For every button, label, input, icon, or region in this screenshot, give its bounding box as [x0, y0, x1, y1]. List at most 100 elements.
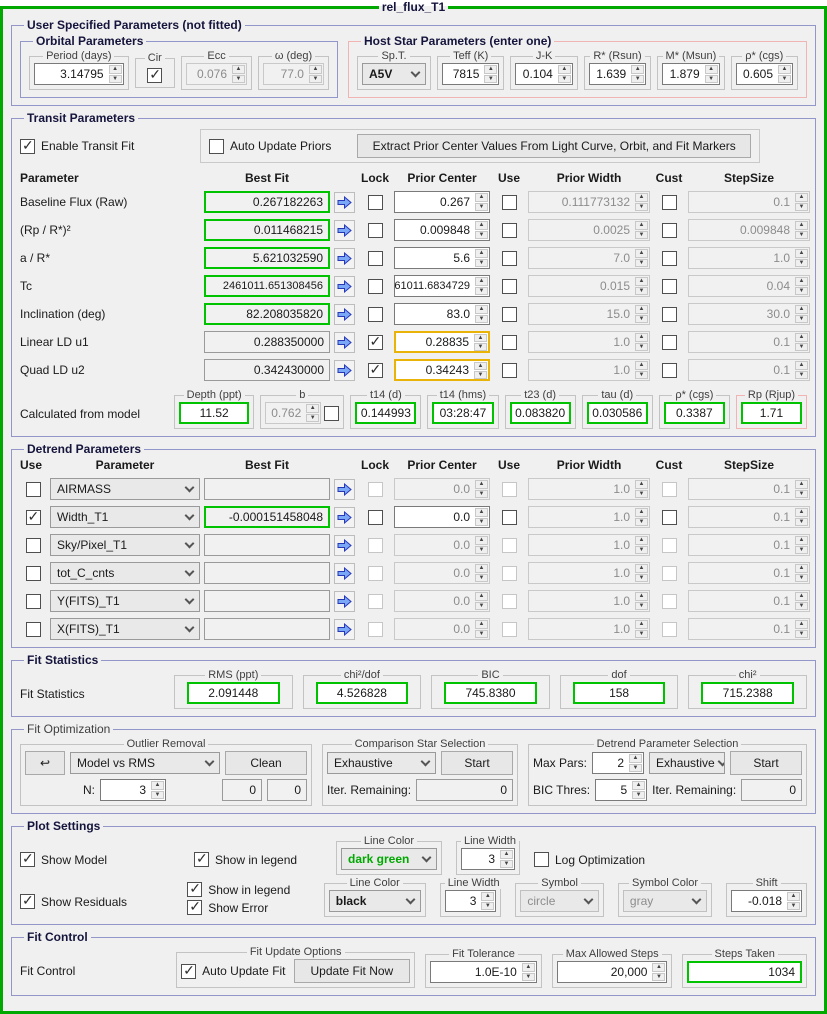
- custom-step-checkbox[interactable]: [662, 335, 677, 350]
- prior-center-spinner[interactable]: 83.0: [394, 303, 490, 325]
- comp-star-mode-dropdown[interactable]: Exhaustive: [327, 752, 436, 774]
- spinner-buttons[interactable]: [634, 563, 649, 583]
- custom-step-checkbox[interactable]: [662, 538, 677, 553]
- detrend-sel-mode-dropdown[interactable]: Exhaustive: [649, 752, 725, 774]
- use-prior-checkbox[interactable]: [502, 223, 517, 238]
- rstar-spinner[interactable]: 1.639: [589, 63, 646, 85]
- prior-center-spinner[interactable]: 0.0: [394, 590, 490, 612]
- prior-width-spinner[interactable]: 0.015: [528, 275, 650, 297]
- use-prior-checkbox[interactable]: [502, 594, 517, 609]
- fit-tolerance-spinner[interactable]: 1.0E-10: [430, 961, 537, 983]
- spinner-buttons[interactable]: [474, 535, 489, 555]
- prior-center-spinner[interactable]: 0.009848: [394, 219, 490, 241]
- lock-checkbox[interactable]: [368, 195, 383, 210]
- auto-update-fit-checkbox[interactable]: [181, 964, 196, 979]
- stepsize-spinner[interactable]: 0.1: [688, 191, 810, 213]
- spinner-buttons[interactable]: [473, 361, 488, 379]
- prior-width-spinner[interactable]: 1.0: [528, 562, 650, 584]
- lock-checkbox[interactable]: [368, 279, 383, 294]
- clean-button[interactable]: Clean: [225, 751, 307, 775]
- spinner-buttons[interactable]: [634, 479, 649, 499]
- custom-step-checkbox[interactable]: [662, 251, 677, 266]
- rhostar-spinner[interactable]: 0.605: [736, 63, 793, 85]
- copy-best-fit-to-prior-button[interactable]: [334, 276, 355, 297]
- spinner-buttons[interactable]: [308, 64, 323, 84]
- detrend-parameter-dropdown[interactable]: Y(FITS)_T1: [50, 590, 200, 612]
- lock-checkbox[interactable]: [368, 223, 383, 238]
- max-allowed-steps-spinner[interactable]: 20,000: [557, 961, 668, 983]
- lock-checkbox[interactable]: [368, 622, 383, 637]
- jk-spinner[interactable]: 0.104: [515, 63, 572, 85]
- lock-checkbox[interactable]: [368, 482, 383, 497]
- use-detrend-checkbox[interactable]: [26, 538, 41, 553]
- outlier-mode-dropdown[interactable]: Model vs RMS: [70, 752, 220, 774]
- prior-width-spinner[interactable]: 15.0: [528, 303, 650, 325]
- spinner-buttons[interactable]: [634, 220, 649, 240]
- spectral-type-dropdown[interactable]: A5V: [362, 63, 426, 85]
- custom-step-checkbox[interactable]: [662, 195, 677, 210]
- detrend-parameter-dropdown[interactable]: Sky/Pixel_T1: [50, 534, 200, 556]
- spinner-buttons[interactable]: [473, 333, 488, 351]
- use-prior-checkbox[interactable]: [502, 538, 517, 553]
- use-prior-checkbox[interactable]: [502, 363, 517, 378]
- prior-center-spinner[interactable]: 0.0: [394, 478, 490, 500]
- lock-checkbox[interactable]: [368, 538, 383, 553]
- n-spinner[interactable]: 3: [100, 779, 166, 801]
- spinner-buttons[interactable]: [474, 192, 489, 212]
- spinner-buttons[interactable]: [634, 535, 649, 555]
- use-detrend-checkbox[interactable]: [26, 510, 41, 525]
- update-fit-now-button[interactable]: Update Fit Now: [294, 959, 411, 983]
- prior-width-spinner[interactable]: 1.0: [528, 590, 650, 612]
- prior-center-spinner[interactable]: 0.0: [394, 562, 490, 584]
- use-detrend-checkbox[interactable]: [26, 482, 41, 497]
- model-line-width-spinner[interactable]: 3: [461, 848, 515, 870]
- residuals-line-color-dropdown[interactable]: black: [329, 890, 421, 912]
- prior-center-spinner[interactable]: 0.0: [394, 506, 490, 528]
- use-prior-checkbox[interactable]: [502, 335, 517, 350]
- log-optimization-checkbox[interactable]: [534, 852, 549, 867]
- use-prior-checkbox[interactable]: [502, 622, 517, 637]
- spinner-buttons[interactable]: [634, 332, 649, 352]
- spinner-buttons[interactable]: [794, 360, 809, 380]
- lock-checkbox[interactable]: [368, 251, 383, 266]
- show-model-checkbox[interactable]: [20, 852, 35, 867]
- detrend-parameter-dropdown[interactable]: AIRMASS: [50, 478, 200, 500]
- prior-center-spinner[interactable]: 2461011.6834729: [394, 275, 490, 297]
- residuals-show-in-legend-checkbox[interactable]: [187, 882, 202, 897]
- prior-width-spinner[interactable]: 1.0: [528, 506, 650, 528]
- max-pars-spinner[interactable]: 2: [592, 752, 644, 774]
- spinner-buttons[interactable]: [634, 276, 649, 296]
- copy-best-fit-to-prior-button[interactable]: [334, 563, 355, 584]
- custom-step-checkbox[interactable]: [662, 566, 677, 581]
- symbol-color-dropdown[interactable]: gray: [623, 890, 707, 912]
- spinner-buttons[interactable]: [480, 891, 495, 911]
- spinner-buttons[interactable]: [794, 591, 809, 611]
- spinner-buttons[interactable]: [474, 220, 489, 240]
- stepsize-spinner[interactable]: 1.0: [688, 247, 810, 269]
- copy-best-fit-to-prior-button[interactable]: [334, 332, 355, 353]
- spinner-buttons[interactable]: [231, 64, 246, 84]
- custom-step-checkbox[interactable]: [662, 594, 677, 609]
- omega-spinner[interactable]: 77.0: [263, 63, 324, 85]
- model-line-color-dropdown[interactable]: dark green: [341, 848, 437, 870]
- spinner-buttons[interactable]: [794, 619, 809, 639]
- use-detrend-checkbox[interactable]: [26, 566, 41, 581]
- use-prior-checkbox[interactable]: [502, 279, 517, 294]
- detrend-parameter-dropdown[interactable]: tot_C_cnts: [50, 562, 200, 584]
- stepsize-spinner[interactable]: 0.1: [688, 618, 810, 640]
- circular-orbit-checkbox[interactable]: [147, 68, 162, 83]
- custom-step-checkbox[interactable]: [662, 363, 677, 378]
- copy-best-fit-to-prior-button[interactable]: [334, 479, 355, 500]
- impact-parameter-checkbox[interactable]: [324, 406, 339, 421]
- prior-width-spinner[interactable]: 0.111773132: [528, 191, 650, 213]
- extract-prior-centers-button[interactable]: Extract Prior Center Values From Light C…: [357, 134, 751, 158]
- spinner-buttons[interactable]: [794, 507, 809, 527]
- spinner-buttons[interactable]: [474, 304, 489, 324]
- prior-width-spinner[interactable]: 1.0: [528, 331, 650, 353]
- spinner-buttons[interactable]: [634, 248, 649, 268]
- bic-thres-spinner[interactable]: 5: [595, 779, 647, 801]
- spinner-buttons[interactable]: [474, 563, 489, 583]
- spinner-buttons[interactable]: [499, 849, 514, 869]
- use-prior-checkbox[interactable]: [502, 251, 517, 266]
- stepsize-spinner[interactable]: 0.009848: [688, 219, 810, 241]
